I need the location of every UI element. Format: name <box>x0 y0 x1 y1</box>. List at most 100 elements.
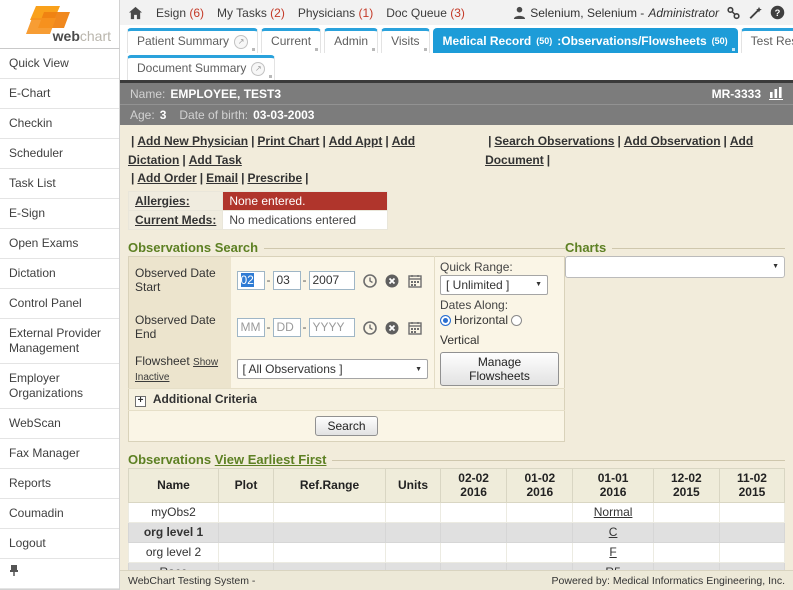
value-cell <box>441 542 507 562</box>
action-link-add-new-physician[interactable]: Add New Physician <box>137 134 248 148</box>
sidebar-item-logout[interactable]: Logout <box>0 529 119 559</box>
dates-along-horizontal-radio[interactable] <box>440 315 451 326</box>
patient-demo-row: Age: 3 Date of birth: 03-03-2003 <box>120 104 793 125</box>
wand-icon[interactable] <box>748 6 763 20</box>
action-link-email[interactable]: Email <box>206 171 238 185</box>
observation-value-link[interactable]: F <box>609 545 616 559</box>
value-cell <box>719 522 784 542</box>
start-calendar-icon[interactable] <box>408 274 422 288</box>
dates-along-vertical-radio[interactable] <box>511 315 522 326</box>
sidebar-pin-icon[interactable] <box>0 559 119 589</box>
webchart-logo[interactable]: webchart <box>0 0 120 49</box>
observation-name: org level 2 <box>129 542 219 562</box>
tab-patient-summary[interactable]: Patient Summary↗ <box>127 28 258 53</box>
observation-value-link[interactable]: Normal <box>594 505 633 519</box>
start-month-input[interactable]: 02 <box>237 271 265 290</box>
sidebar-item-control-panel[interactable]: Control Panel <box>0 289 119 319</box>
app-window: webchart Quick ViewE-ChartCheckinSchedul… <box>0 0 793 590</box>
sidebar-item-checkin[interactable]: Checkin <box>0 109 119 139</box>
start-time-icon[interactable] <box>363 274 377 288</box>
tab-test-results[interactable]: Test Results <box>741 28 793 53</box>
footer-right-text: Powered by: Medical Informatics Engineer… <box>552 575 785 587</box>
sidebar-menu: Quick ViewE-ChartCheckinSchedulerTask Li… <box>0 49 120 590</box>
observations-search-title: Observations Search <box>128 240 258 255</box>
sidebar-item-reports[interactable]: Reports <box>0 469 119 499</box>
sidebar-item-dictation[interactable]: Dictation <box>0 259 119 289</box>
tab-label-part: :Observations/Flowsheets <box>557 34 706 49</box>
start-year-input[interactable]: 2007 <box>309 271 355 290</box>
column-header-plot: Plot <box>219 468 274 502</box>
patient-charts-icon[interactable] <box>769 87 783 100</box>
sidebar-item-open-exams[interactable]: Open Exams <box>0 229 119 259</box>
view-earliest-first-link[interactable]: View Earliest First <box>215 452 327 467</box>
manage-flowsheets-button[interactable]: Manage Flowsheets <box>440 352 559 386</box>
sidebar-item-external-provider-management[interactable]: External Provider Management <box>0 319 119 364</box>
end-month-input[interactable]: MM <box>237 318 265 337</box>
sidebar-item-coumadin[interactable]: Coumadin <box>0 499 119 529</box>
divider <box>264 248 565 249</box>
end-clear-icon[interactable] <box>385 321 399 335</box>
sidebar-item-scheduler[interactable]: Scheduler <box>0 139 119 169</box>
end-time-icon[interactable] <box>363 321 377 335</box>
end-day-input[interactable]: DD <box>273 318 301 337</box>
patient-header: Name: EMPLOYEE, TEST3 MR-3333 Age: 3 Dat… <box>120 83 793 125</box>
link-icon[interactable] <box>726 6 741 20</box>
sidebar-item-fax-manager[interactable]: Fax Manager <box>0 439 119 469</box>
sidebar-item-webscan[interactable]: WebScan <box>0 409 119 439</box>
observation-value-link[interactable]: C <box>609 525 618 539</box>
allergies-link[interactable]: Allergies: <box>135 194 190 208</box>
action-link-add-observation[interactable]: Add Observation <box>624 134 721 148</box>
end-year-input[interactable]: YYYY <box>309 318 355 337</box>
main-area: Esign (6) My Tasks (2) Physicians (1) Doc Q… <box>120 0 793 590</box>
charts-select[interactable]: ▼ <box>565 256 785 278</box>
action-link-search-observations[interactable]: Search Observations <box>494 134 614 148</box>
home-icon[interactable] <box>128 6 143 20</box>
menu-label: Esign <box>156 6 189 20</box>
sidebar-item-quick-view[interactable]: Quick View <box>0 49 119 79</box>
action-link-add-task[interactable]: Add Task <box>189 153 242 167</box>
topbar-menu-physicians[interactable]: Physicians (1) <box>298 6 373 20</box>
user-name: Selenium, Selenium - <box>530 6 644 20</box>
topbar-menu-doc-queue[interactable]: Doc Queue (3) <box>386 6 465 20</box>
user-menu[interactable]: Selenium, Selenium - Administrator <box>513 6 719 20</box>
action-link-add-order[interactable]: Add Order <box>137 171 196 185</box>
action-link-prescribe[interactable]: Prescribe <box>247 171 302 185</box>
flowsheet-select[interactable]: [ All Observations ]▼ <box>237 359 429 379</box>
separator: | <box>128 134 137 148</box>
current-meds-link[interactable]: Current Meds: <box>135 213 216 227</box>
expand-icon[interactable]: + <box>135 396 146 407</box>
quick-range-select[interactable]: [ Unlimited ]▼ <box>440 275 548 295</box>
search-button[interactable]: Search <box>315 416 377 436</box>
allergies-value: None entered. <box>223 191 388 210</box>
observations-title: Observations <box>128 452 211 467</box>
menu-count: (2) <box>270 6 285 20</box>
end-calendar-icon[interactable] <box>408 321 422 335</box>
topbar-menu-my-tasks[interactable]: My Tasks (2) <box>217 6 285 20</box>
name-label: Name: <box>130 87 165 101</box>
sidebar-item-employer-organizations[interactable]: Employer Organizations <box>0 364 119 409</box>
ref-range-cell <box>274 562 386 570</box>
tab-admin[interactable]: Admin <box>324 28 378 53</box>
tab-document-summary[interactable]: Document Summary↗ <box>127 55 275 80</box>
additional-criteria-toggle[interactable]: Additional Criteria <box>153 392 257 406</box>
sidebar-item-task-list[interactable]: Task List <box>0 169 119 199</box>
sidebar-item-e-chart[interactable]: E-Chart <box>0 79 119 109</box>
value-cell <box>653 522 719 542</box>
start-clear-icon[interactable] <box>385 274 399 288</box>
tab-bar: Patient Summary↗CurrentAdminVisitsMedica… <box>120 25 793 80</box>
topbar-menu-esign[interactable]: Esign (6) <box>156 6 204 20</box>
content: |Add New Physician|Print Chart|Add Appt|… <box>120 125 793 570</box>
action-link-print-chart[interactable]: Print Chart <box>257 134 319 148</box>
action-links-right: |Search Observations|Add Observation|Add… <box>485 132 785 169</box>
tab-current[interactable]: Current <box>261 28 321 53</box>
sidebar-item-e-sign[interactable]: E-Sign <box>0 199 119 229</box>
topbar-right: Selenium, Selenium - Administrator ? <box>513 5 785 20</box>
value-cell: R5 <box>573 562 653 570</box>
separator: | <box>721 134 730 148</box>
tab-visits[interactable]: Visits <box>381 28 429 53</box>
tab-label-part: Medical Record <box>443 34 532 49</box>
action-link-add-appt[interactable]: Add Appt <box>329 134 383 148</box>
start-day-input[interactable]: 03 <box>273 271 301 290</box>
help-icon[interactable]: ? <box>770 5 785 20</box>
tab-medical-record-50-observations-flowsheets-50[interactable]: Medical Record (50):Observations/Flowshe… <box>433 28 738 53</box>
